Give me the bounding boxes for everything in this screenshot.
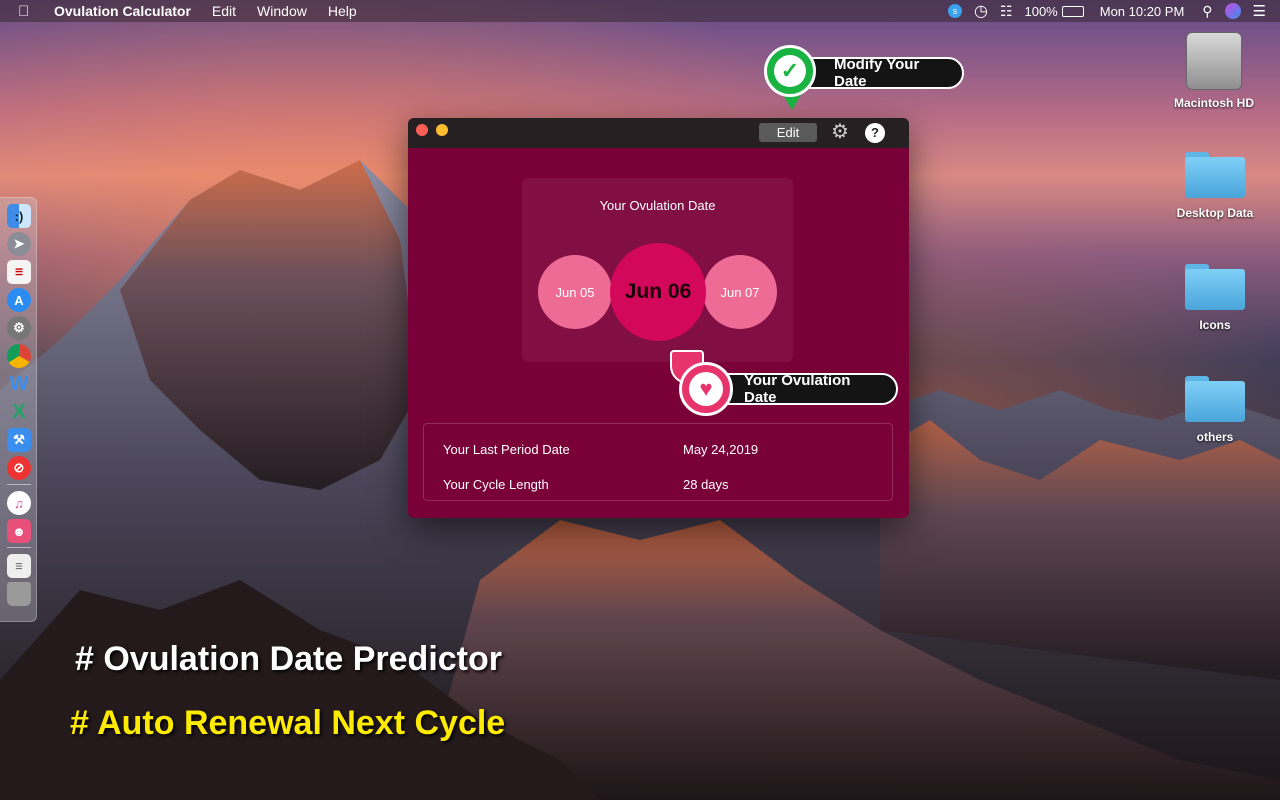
last-period-value: May 24,2019 xyxy=(683,442,759,457)
callout-text: Your Ovulation Date xyxy=(744,372,851,406)
word-icon[interactable]: W xyxy=(7,372,31,396)
hard-drive-icon xyxy=(1186,32,1242,90)
heart-icon: ♥ xyxy=(679,362,733,416)
cycle-length-value: 28 days xyxy=(683,477,729,492)
siri-icon[interactable] xyxy=(1224,3,1241,19)
itunes-icon[interactable]: ♫ xyxy=(7,491,31,515)
finder-icon[interactable]: :) xyxy=(7,204,31,228)
trash-icon[interactable] xyxy=(7,582,31,606)
game-icon[interactable]: ☻ xyxy=(7,519,31,543)
battery-icon[interactable] xyxy=(1061,5,1084,17)
reminders-icon[interactable]: ☰ xyxy=(7,260,31,284)
edit-button[interactable]: Edit xyxy=(759,123,817,142)
folder-icon xyxy=(1185,376,1245,422)
desktop-item-desktop-data[interactable]: Desktop Data xyxy=(1160,152,1270,220)
spotlight-search-icon[interactable]: ⚲ xyxy=(1202,3,1212,20)
desktop-item-label: Macintosh HD xyxy=(1173,96,1254,110)
close-button[interactable] xyxy=(416,124,428,136)
desktop-item-macintosh-hd[interactable]: Macintosh HD xyxy=(1159,32,1269,110)
modify-date-callout: Modify Your Date xyxy=(796,56,964,90)
folder-icon xyxy=(1185,152,1245,198)
ovulation-date-title: Your Ovulation Date xyxy=(599,198,716,213)
xcode-icon[interactable]: ⚒ xyxy=(7,428,31,452)
extension-icon[interactable]: s xyxy=(947,4,962,18)
cycle-length-label: Your Cycle Length xyxy=(443,477,549,492)
ovulation-calculator-window: Edit ⚙ ? Your Ovulation Date Jun 05 Jun … xyxy=(408,118,909,518)
desktop-item-icons[interactable]: Icons xyxy=(1160,264,1270,332)
wifi-icon[interactable]: ☷ xyxy=(1000,3,1013,20)
time-machine-icon[interactable]: ◷ xyxy=(974,1,988,21)
system-preferences-icon[interactable]: ⚙ xyxy=(7,316,31,340)
blocker-icon[interactable]: ⊘ xyxy=(7,456,31,480)
dock-divider xyxy=(7,484,31,485)
clock[interactable]: Mon 10:20 PM xyxy=(1100,4,1185,19)
promo-line-1: # Ovulation Date Predictor xyxy=(75,640,502,678)
apple-menu-icon[interactable]:  xyxy=(18,3,36,20)
notification-center-icon[interactable]: ☰ xyxy=(1253,2,1266,20)
check-icon: ✓ xyxy=(764,45,816,97)
menu-window[interactable]: Window xyxy=(257,3,307,19)
next-date-circle: Jun 07 xyxy=(703,255,777,329)
ovulation-date-callout: Your Ovulation Date xyxy=(706,372,898,406)
menu-bar:  Ovulation Calculator Edit Window Help … xyxy=(0,0,1280,22)
previous-date-circle: Jun 05 xyxy=(538,255,612,329)
menu-help[interactable]: Help xyxy=(328,3,357,19)
battery-percent[interactable]: 100% xyxy=(1024,4,1057,19)
callout-text: Modify Your Date xyxy=(834,56,920,90)
excel-icon[interactable]: X xyxy=(7,400,31,424)
help-button[interactable]: ? xyxy=(865,123,885,143)
desktop-item-label: Icons xyxy=(1199,318,1231,332)
last-period-label: Your Last Period Date xyxy=(443,442,570,457)
menu-edit[interactable]: Edit xyxy=(212,3,236,19)
minimize-button[interactable] xyxy=(436,124,448,136)
window-titlebar[interactable]: Edit ⚙ ? xyxy=(408,118,909,148)
ovulation-date-circle: Jun 06 xyxy=(610,243,706,341)
menu-app-name[interactable]: Ovulation Calculator xyxy=(54,3,191,19)
folder-icon xyxy=(1185,264,1245,310)
desktop-item-label: others xyxy=(1196,430,1234,444)
cycle-info-box: Your Last Period Date May 24,2019 Your C… xyxy=(423,423,893,501)
dock: :) ➤ ☰ A ⚙ W X ⚒ ⊘ ♫ ☻ ☰ xyxy=(0,197,37,622)
desktop-item-others[interactable]: others xyxy=(1160,376,1270,444)
app-store-icon[interactable]: A xyxy=(7,288,31,312)
desktop-item-label: Desktop Data xyxy=(1176,206,1254,220)
ovulation-date-panel: Your Ovulation Date Jun 05 Jun 07 Jun 06 xyxy=(522,178,793,362)
status-area: s ◷ ☷ 100% Mon 10:20 PM ⚲ ☰ xyxy=(947,0,1280,22)
promo-line-2: # Auto Renewal Next Cycle xyxy=(70,704,506,742)
dock-divider xyxy=(7,547,31,548)
gear-icon[interactable]: ⚙ xyxy=(829,121,851,143)
launchpad-icon[interactable]: ➤ xyxy=(7,232,31,256)
chrome-icon[interactable] xyxy=(7,344,31,368)
document-icon[interactable]: ☰ xyxy=(7,554,31,578)
